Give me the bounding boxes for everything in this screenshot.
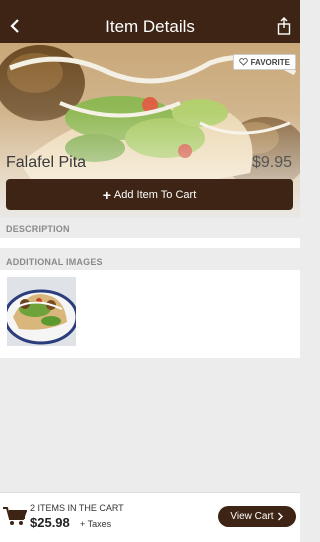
shopping-cart-icon: [3, 507, 27, 525]
additional-images-heading: ADDITIONAL IMAGES: [6, 257, 103, 267]
favorite-label: FAVORITE: [250, 57, 290, 67]
additional-images-panel: [0, 270, 300, 358]
description-panel: [0, 238, 300, 248]
view-cart-button[interactable]: View Cart: [218, 506, 296, 527]
share-icon: [277, 17, 291, 35]
falafel-plate-photo: [7, 277, 76, 346]
plus-icon: +: [102, 186, 111, 203]
page-title: Item Details: [105, 17, 195, 36]
heart-icon: [238, 58, 248, 66]
cart-total: $25.98: [30, 515, 70, 530]
chevron-right-icon: [277, 512, 283, 521]
additional-image-thumbnail[interactable]: [7, 277, 76, 346]
add-to-cart-label: Add Item To Cart: [113, 188, 197, 201]
favorite-button[interactable]: FAVORITE: [232, 54, 296, 70]
cart-item-count: 2 ITEMS IN THE CART: [30, 503, 124, 513]
cart-summary-bar: 2 ITEMS IN THE CART $25.98 + Taxes View …: [0, 492, 300, 542]
item-price: $9.95: [251, 154, 292, 171]
taxes-note: + Taxes: [80, 519, 112, 529]
add-to-cart-button[interactable]: + Add Item To Cart: [6, 179, 293, 210]
description-heading: DESCRIPTION: [6, 224, 70, 234]
view-cart-label: View Cart: [230, 511, 274, 522]
share-button[interactable]: [272, 13, 296, 39]
item-name: Falafel Pita: [6, 154, 87, 171]
